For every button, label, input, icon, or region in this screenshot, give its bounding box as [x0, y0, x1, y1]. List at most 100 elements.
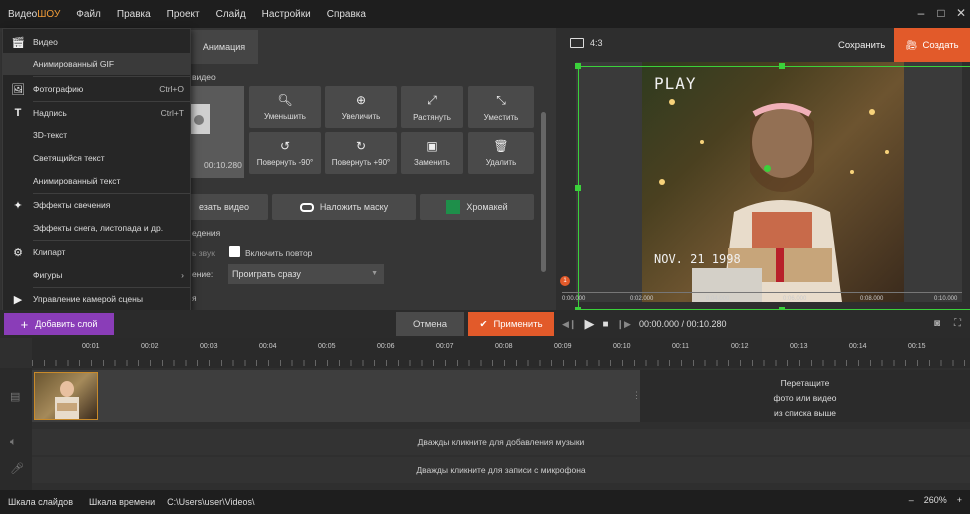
folder-path: C:\Users\user\Videos\ — [167, 497, 255, 507]
menu-edit[interactable]: Правка — [117, 9, 151, 20]
dd-item-photo[interactable]: 🖼︎ Фотографию Ctrl+O — [3, 78, 190, 100]
save-button[interactable]: Сохранить — [838, 40, 885, 51]
dd-label: Анимированный текст — [33, 176, 121, 186]
delete-button[interactable]: 🗑︎ Удалить — [468, 132, 534, 174]
zoom-out-icon[interactable]: – — [909, 495, 914, 505]
menu-settings[interactable]: Настройки — [262, 9, 311, 20]
tl-tick: 00:13 — [790, 343, 808, 350]
rotate-left-icon: ↺ — [279, 139, 291, 153]
replace-label: Заменить — [414, 158, 450, 167]
video-track[interactable]: ⋮⋮ — [32, 370, 650, 422]
play-mode-select[interactable]: Проиграть сразу ▼ — [228, 264, 384, 284]
aspect-ratio[interactable]: 4:3 — [570, 38, 603, 48]
rotate-right-button[interactable]: ↻ Повернуть +90° — [325, 132, 397, 174]
camera-icon: ▶︎ — [13, 293, 23, 306]
logo-prefix: Видео — [8, 8, 38, 20]
snapshot-icon[interactable]: ◙ — [934, 318, 940, 329]
chromakey-button[interactable]: Хромакей — [420, 194, 534, 220]
chromakey-label: Хромакей — [466, 202, 508, 212]
apply-mask-button[interactable]: Наложить маску — [272, 194, 416, 220]
dd-item-gif[interactable]: Анимированный GIF — [3, 53, 190, 75]
drop-zone[interactable]: Перетащите фото или видео из списка выше — [640, 370, 970, 422]
menu-help[interactable]: Справка — [327, 9, 366, 20]
dd-item-animated-text[interactable]: Анимированный текст — [3, 170, 190, 192]
keyframe-marker[interactable]: 1 — [560, 276, 570, 286]
zoom-out-label: Уменьшить — [264, 112, 306, 121]
forward-icon[interactable]: ❙▶ — [617, 319, 631, 330]
mic-track[interactable]: Дважды кликните для записи с микрофона — [32, 457, 970, 483]
dd-item-glow-effects[interactable]: ✦ Эффекты свечения — [3, 194, 190, 216]
cancel-button[interactable]: Отмена — [396, 312, 464, 336]
dd-item-camera[interactable]: ▶︎ Управление камерой сцены — [3, 288, 190, 310]
dd-label: Светящийся текст — [33, 153, 105, 163]
ruler-tick: 0:08.000 — [860, 296, 884, 302]
maximize-icon[interactable]: □ — [934, 6, 948, 20]
dd-item-clipart[interactable]: ⚙︎ Клипарт — [3, 241, 190, 263]
video-track-icon: ▤ — [10, 391, 21, 403]
tl-tick: 00:11 — [672, 343, 689, 350]
dd-label: Клипарт — [33, 247, 66, 257]
loop-label: Включить повтор — [245, 248, 313, 258]
stop-icon[interactable]: ■ — [602, 319, 608, 330]
dd-item-video[interactable]: 🎬︎ Видео — [3, 31, 190, 53]
zoom-in-button[interactable]: ⊕ Увеличить — [325, 86, 397, 128]
stretch-button[interactable]: ⤢ Растянуть — [401, 86, 463, 128]
apply-label: Применить — [493, 318, 543, 330]
status-bar: Шкала слайдов Шкала времени C:\Users\use… — [0, 490, 970, 514]
loop-checkbox[interactable] — [229, 246, 240, 257]
dd-label: 3D-текст — [33, 130, 68, 140]
delete-label: Удалить — [485, 158, 517, 167]
dd-item-caption[interactable]: T Надпись Ctrl+T — [3, 102, 190, 124]
dd-item-shapes[interactable]: Фигуры › — [3, 264, 190, 286]
stretch-label: Растянуть — [413, 112, 451, 122]
selection-frame[interactable] — [575, 63, 970, 313]
tl-tick: 00:07 — [436, 343, 454, 350]
resize-handle[interactable] — [575, 63, 581, 69]
zoom-in-icon[interactable]: + — [957, 495, 962, 505]
fullscreen-icon[interactable]: ⛶ — [954, 318, 961, 329]
menu-project[interactable]: Проект — [167, 9, 200, 20]
minimize-icon[interactable]: – — [914, 6, 928, 20]
create-button[interactable]: 🎥︎ Создать — [894, 28, 970, 62]
check-icon: ✔ — [479, 318, 488, 330]
slides-scale-tab[interactable]: Шкала слайдов — [8, 497, 73, 507]
menu-file[interactable]: Файл — [76, 9, 101, 20]
dd-label: Видео — [33, 37, 58, 47]
thumb-duration: 00:10.280 — [204, 160, 242, 170]
apply-button[interactable]: ✔ Применить — [468, 312, 554, 336]
add-layer-button[interactable]: + Добавить слой — [4, 313, 114, 335]
tl-tick: 00:09 — [554, 343, 572, 350]
anchor-point[interactable] — [764, 165, 771, 172]
timeline-clip[interactable] — [34, 372, 98, 420]
magic-wand-icon: ✦ — [13, 199, 23, 212]
section-video-label: видео — [192, 72, 216, 82]
dd-item-3d-text[interactable]: 3D-текст — [3, 124, 190, 146]
replace-button[interactable]: ▣ Заменить — [401, 132, 463, 174]
track-icons: ▤ 🔈︎ 🎤︎ — [0, 368, 32, 490]
menu-slide[interactable]: Слайд — [216, 9, 246, 20]
app-logo: ВидеоШОУ — [8, 9, 60, 20]
zoom-out-button[interactable]: 🔍︎ Уменьшить — [249, 86, 321, 128]
dd-item-snow-effects[interactable]: Эффекты снега, листопада и др. — [3, 217, 190, 239]
tab-animation[interactable]: Анимация — [190, 30, 258, 64]
zoom-in-icon: ⊕ — [355, 93, 367, 107]
timeline-scale-tab[interactable]: Шкала времени — [89, 497, 155, 507]
close-icon[interactable]: ✕ — [954, 6, 968, 20]
resize-handle[interactable] — [575, 185, 581, 191]
dd-item-glow-text[interactable]: Светящийся текст — [3, 147, 190, 169]
rotate-left-button[interactable]: ↺ Повернуть -90° — [249, 132, 321, 174]
editor-scrollbar[interactable] — [541, 112, 546, 272]
music-track[interactable]: Дважды кликните для добавления музыки — [32, 429, 970, 455]
rewind-icon[interactable]: ◀❙ — [562, 319, 576, 330]
section-bottom-label: я — [192, 293, 197, 303]
play-icon[interactable]: ▶ — [584, 316, 594, 332]
menu-bar: ВидеоШОУ Файл Правка Проект Слайд Настро… — [0, 0, 970, 28]
preview-ruler[interactable]: 0:00.000 0:02.000 0:04.000 0:06.000 0:08… — [562, 290, 962, 310]
monitor-icon — [570, 38, 584, 48]
resize-handle[interactable] — [779, 63, 785, 69]
ratio-label: 4:3 — [590, 38, 603, 48]
crop-video-button[interactable]: езать видео — [180, 194, 268, 220]
timeline-ruler[interactable]: 00:01 00:02 00:03 00:04 00:05 00:06 00:0… — [32, 338, 970, 368]
fit-button[interactable]: ⤡ Уместить — [468, 86, 534, 128]
dd-label: Надпись — [33, 108, 67, 118]
